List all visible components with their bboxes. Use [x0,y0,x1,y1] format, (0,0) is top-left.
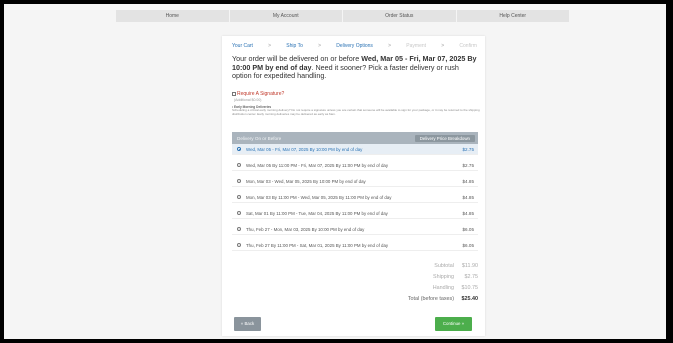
subtotal-label: Subtotal [434,262,454,269]
delivery-table-header: Delivery On or Before Delivery Price Bre… [232,132,478,144]
shipping-value: $2.75 [464,273,479,280]
step-ship-to[interactable]: Ship To [286,43,303,50]
delivery-column-label: Delivery On or Before [237,135,282,141]
delivery-option-label: Sat, Mar 01 By 11:00 PM - Tue, Mar 04, 2… [246,210,388,216]
nav-home[interactable]: Home [116,10,230,22]
early-delivery-note-text: Scheduling a critical early morning deli… [232,108,480,116]
delivery-option-price: $2.75 [462,146,475,152]
nav-my-account[interactable]: My Account [230,10,343,22]
step-separator: > [441,43,445,49]
checkout-steps: Your Cart > Ship To > Delivery Options >… [232,43,477,50]
nav-order-status[interactable]: Order Status [343,10,457,22]
delivery-radio[interactable] [237,211,241,215]
step-payment: Payment [406,43,427,49]
step-separator: > [268,43,272,49]
step-your-cart[interactable]: Your Cart [232,43,253,50]
subtotal-line: Subtotal $11.90 [372,260,478,271]
step-separator: > [388,43,392,49]
top-nav: Home My Account Order Status Help Center [116,10,569,22]
delivery-option-row[interactable]: Mon, Mar 03 - Wed, Mar 05, 2025 By 10:00… [232,176,478,187]
continue-button[interactable]: Continue » [435,317,472,331]
delivery-estimate: Your order will be delivered on or befor… [232,54,478,81]
delivery-radio[interactable] [237,179,241,183]
page-frame: Home My Account Order Status Help Center… [4,4,666,339]
step-delivery-options[interactable]: Delivery Options [336,43,373,50]
signature-option[interactable]: Require A Signature? [232,91,284,97]
step-separator: > [318,43,322,49]
back-button[interactable]: « Back [234,317,261,331]
delivery-option-label: Mon, Mar 03 - Wed, Mar 05, 2025 By 10:00… [246,178,366,184]
total-line: Total (before taxes) $25.40 [372,293,478,304]
signature-price: (Additional $0.00) [234,98,262,102]
signature-checkbox[interactable] [232,92,236,96]
delivery-radio[interactable] [237,147,241,151]
delivery-option-label: Thu, Feb 27 - Mon, Mar 03, 2025 By 10:00… [246,226,365,232]
delivery-option-label: Wed, Mar 05 By 11:00 PM - Fri, Mar 07, 2… [246,162,389,168]
signature-label: Require A Signature? [237,91,285,97]
shipping-line: Shipping $2.75 [372,271,478,282]
step-confirm: Confirm [459,43,477,49]
delivery-option-row[interactable]: Mon, Mar 03 By 11:00 PM - Wed, Mar 05, 2… [232,192,478,203]
handling-label: Handling [432,284,454,291]
order-totals: Subtotal $11.90 Shipping $2.75 Handling … [372,260,478,304]
delivery-option-price: $4.85 [462,194,475,200]
delivery-option-label: Thu, Feb 27 By 11:00 PM - Sat, Mar 01, 2… [246,242,389,248]
handling-line: Handling $10.75 [372,282,478,293]
price-breakdown-button[interactable]: Delivery Price Breakdown [414,134,475,142]
delivery-radio[interactable] [237,243,241,247]
delivery-option-row[interactable]: Wed, Mar 05 - Fri, Mar 07, 2025 By 10:00… [232,144,478,155]
delivery-radio[interactable] [237,163,241,167]
delivery-option-price: $6.05 [462,242,475,248]
total-label: Total (before taxes) [407,295,454,302]
delivery-option-row[interactable]: Sat, Mar 01 By 11:00 PM - Tue, Mar 04, 2… [232,208,478,219]
delivery-option-label: Wed, Mar 05 - Fri, Mar 07, 2025 By 10:00… [246,146,363,152]
nav-help-center[interactable]: Help Center [457,10,570,22]
delivery-option-row[interactable]: Wed, Mar 05 By 11:00 PM - Fri, Mar 07, 2… [232,160,478,171]
checkout-card: Your Cart > Ship To > Delivery Options >… [222,36,485,336]
delivery-option-price: $4.85 [462,210,475,216]
delivery-radio[interactable] [237,227,241,231]
delivery-option-price: $4.85 [462,178,475,184]
subtotal-value: $11.90 [461,262,478,269]
shipping-label: Shipping [433,273,454,280]
delivery-option-label: Mon, Mar 03 By 11:00 PM - Wed, Mar 05, 2… [246,194,392,200]
delivery-option-price: $6.05 [462,226,475,232]
handling-value: $10.75 [461,284,479,291]
delivery-radio[interactable] [237,195,241,199]
delivery-option-price: $2.75 [462,162,475,168]
delivery-option-row[interactable]: Thu, Feb 27 - Mon, Mar 03, 2025 By 10:00… [232,224,478,235]
total-value: $25.40 [461,295,479,302]
delivery-option-row[interactable]: Thu, Feb 27 By 11:00 PM - Sat, Mar 01, 2… [232,240,478,251]
